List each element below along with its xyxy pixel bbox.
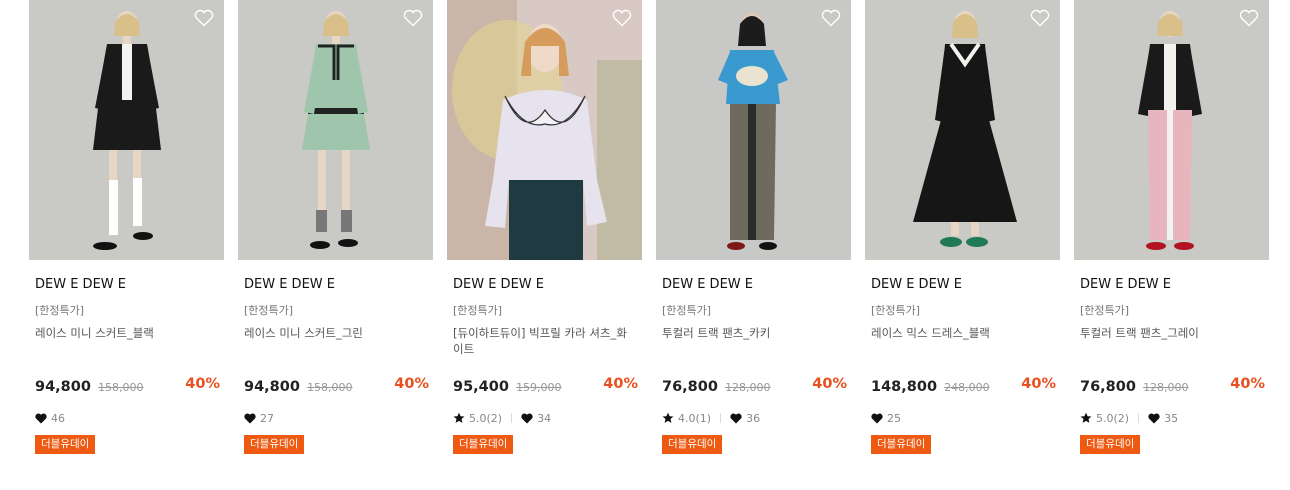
price-row: 76,800 128,000 40% (662, 376, 847, 396)
heart-outline-icon[interactable] (1239, 9, 1259, 27)
sale-price: 76,800 (1080, 379, 1136, 395)
meta-divider (720, 413, 722, 423)
star-icon (1080, 412, 1092, 423)
meta-divider (511, 413, 513, 423)
product-name[interactable]: 레이스 미니 스커트_그린 (244, 325, 424, 341)
product-name[interactable]: 투컬러 트랙 팬츠_그레이 (1080, 325, 1260, 341)
like-count: 46 (51, 411, 65, 425)
sale-price: 94,800 (244, 379, 300, 395)
sale-price: 148,800 (871, 379, 938, 395)
product-tag: [한정특가] (453, 304, 503, 317)
product-tag: [한정특가] (662, 304, 712, 317)
product-name[interactable]: 레이스 믹스 드레스_블랙 (871, 325, 1051, 341)
sale-price: 76,800 (662, 379, 718, 395)
product-brand[interactable]: DEW E DEW E (35, 277, 126, 292)
original-price: 128,000 (725, 381, 771, 394)
promo-badge: 더블유데이 (662, 435, 723, 454)
product-tag: [한정특가] (1080, 304, 1130, 317)
product-meta: 5.0(2) 35 (1080, 411, 1178, 425)
like-count: 34 (537, 411, 552, 425)
like-count: 27 (260, 411, 274, 425)
heart-outline-icon[interactable] (403, 9, 423, 27)
product-meta: 46 (35, 411, 65, 425)
original-price: 158,000 (307, 381, 353, 394)
rating: 5.0(2) (469, 411, 503, 425)
heart-filled-icon (35, 413, 47, 423)
price-row: 94,800 158,000 40% (35, 376, 220, 396)
original-price: 159,000 (516, 381, 562, 394)
product-tag: [한정특가] (35, 304, 85, 317)
heart-filled-icon (730, 413, 742, 423)
promo-badge: 더블유데이 (1080, 435, 1141, 454)
promo-badge: 더블유데이 (871, 435, 932, 454)
heart-filled-icon (1148, 413, 1160, 423)
product-card[interactable]: DEW E DEW E [한정특가] 레이스 미니 스커트_블랙 94,800 … (29, 0, 224, 490)
product-image[interactable] (447, 0, 642, 260)
discount-rate: 40% (1021, 376, 1056, 392)
original-price: 128,000 (1143, 381, 1189, 394)
product-brand[interactable]: DEW E DEW E (1080, 277, 1171, 292)
price-row: 148,800 248,000 40% (871, 376, 1056, 396)
heart-filled-icon (244, 413, 256, 423)
product-name[interactable]: 레이스 미니 스커트_블랙 (35, 325, 215, 341)
heart-filled-icon (871, 413, 883, 423)
product-tag: [한정특가] (871, 304, 921, 317)
discount-rate: 40% (394, 376, 429, 392)
meta-divider (1138, 413, 1140, 423)
heart-outline-icon[interactable] (1030, 9, 1050, 27)
product-name[interactable]: 투컬러 트랙 팬츠_카키 (662, 325, 842, 341)
product-meta: 5.0(2) 34 (453, 411, 551, 425)
product-card[interactable]: DEW E DEW E [한정특가] [듀이하트듀이] 빅프릴 카라 셔츠_화이… (447, 0, 642, 490)
star-icon (662, 412, 674, 423)
like-count: 35 (1164, 411, 1179, 425)
heart-outline-icon[interactable] (612, 9, 632, 27)
sale-price: 95,400 (453, 379, 509, 395)
like-count: 25 (887, 411, 901, 425)
original-price: 158,000 (98, 381, 144, 394)
product-name[interactable]: [듀이하트듀이] 빅프릴 카라 셔츠_화이트 (453, 325, 633, 357)
heart-outline-icon[interactable] (194, 9, 214, 27)
sale-price: 94,800 (35, 379, 91, 395)
promo-badge: 더블유데이 (35, 435, 96, 454)
product-card[interactable]: DEW E DEW E [한정특가] 투컬러 트랙 팬츠_그레이 76,800 … (1074, 0, 1269, 490)
product-image[interactable] (656, 0, 851, 260)
product-card[interactable]: DEW E DEW E [한정특가] 투컬러 트랙 팬츠_카키 76,800 1… (656, 0, 851, 490)
promo-badge: 더블유데이 (244, 435, 305, 454)
product-card[interactable]: DEW E DEW E [한정특가] 레이스 믹스 드레스_블랙 148,800… (865, 0, 1060, 490)
product-brand[interactable]: DEW E DEW E (662, 277, 753, 292)
product-brand[interactable]: DEW E DEW E (453, 277, 544, 292)
rating: 4.0(1) (678, 411, 712, 425)
product-tag: [한정특가] (244, 304, 294, 317)
discount-rate: 40% (812, 376, 847, 392)
product-meta: 4.0(1) 36 (662, 411, 760, 425)
discount-rate: 40% (603, 376, 638, 392)
like-count: 36 (746, 411, 761, 425)
product-grid: DEW E DEW E [한정특가] 레이스 미니 스커트_블랙 94,800 … (0, 0, 1290, 490)
heart-outline-icon[interactable] (821, 9, 841, 27)
promo-badge: 더블유데이 (453, 435, 514, 454)
original-price: 248,000 (944, 381, 990, 394)
product-image[interactable] (865, 0, 1060, 260)
price-row: 94,800 158,000 40% (244, 376, 429, 396)
discount-rate: 40% (1230, 376, 1265, 392)
product-image[interactable] (1074, 0, 1269, 260)
product-card[interactable]: DEW E DEW E [한정특가] 레이스 미니 스커트_그린 94,800 … (238, 0, 433, 490)
heart-filled-icon (521, 413, 533, 423)
product-brand[interactable]: DEW E DEW E (244, 277, 335, 292)
price-row: 95,400 159,000 40% (453, 376, 638, 396)
product-image[interactable] (238, 0, 433, 260)
rating: 5.0(2) (1096, 411, 1130, 425)
product-meta: 25 (871, 411, 901, 425)
price-row: 76,800 128,000 40% (1080, 376, 1265, 396)
product-image[interactable] (29, 0, 224, 260)
star-icon (453, 412, 465, 423)
product-brand[interactable]: DEW E DEW E (871, 277, 962, 292)
discount-rate: 40% (185, 376, 220, 392)
product-meta: 27 (244, 411, 274, 425)
